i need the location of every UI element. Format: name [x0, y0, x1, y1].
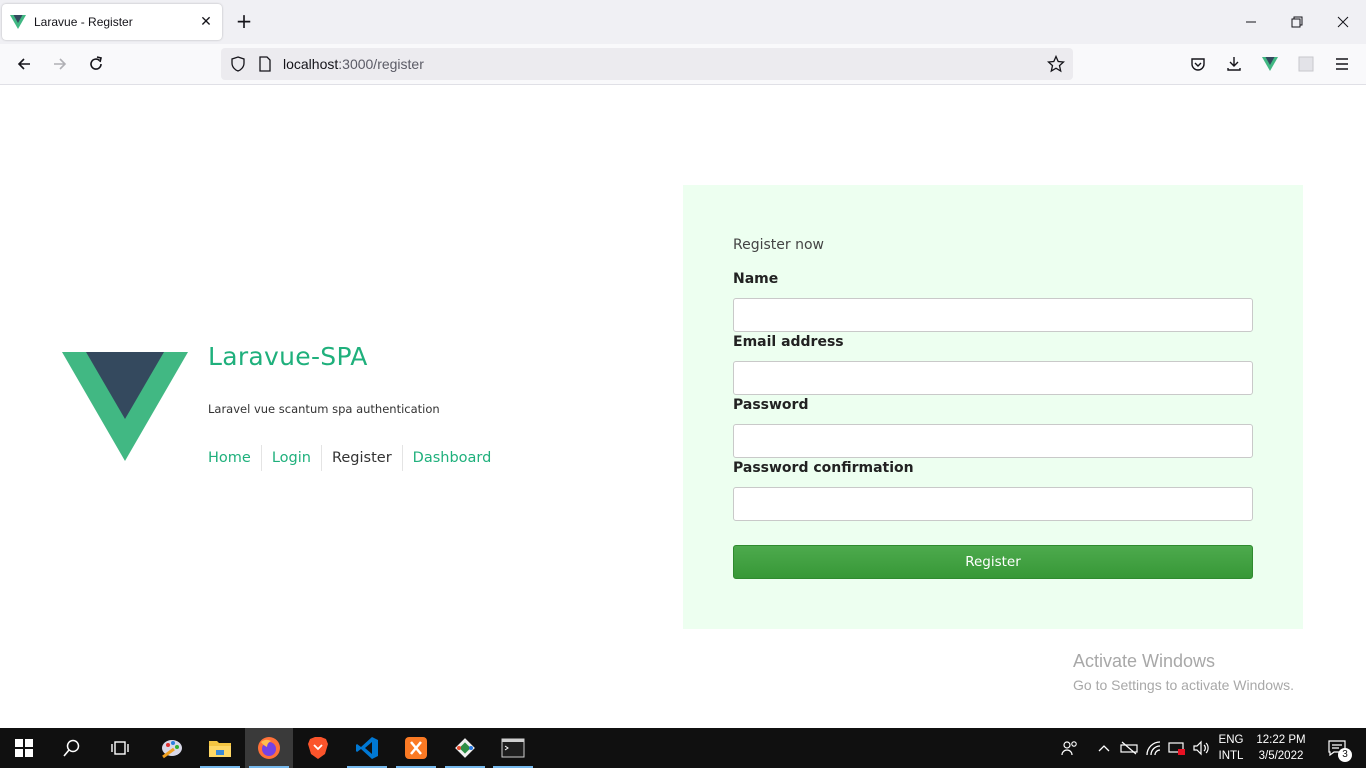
lang-bottom: INTL [1218, 750, 1244, 762]
url-text[interactable]: localhost:3000/register [283, 56, 424, 72]
site-title: Laravue-SPA [208, 342, 368, 371]
activate-windows-title: Activate Windows [1073, 651, 1216, 671]
register-button[interactable]: Register [733, 545, 1253, 579]
notification-count: 3 [1338, 748, 1352, 762]
reload-icon[interactable] [84, 52, 108, 76]
xampp-icon[interactable] [392, 728, 440, 768]
people-icon[interactable] [1058, 728, 1082, 768]
restore-icon[interactable] [1274, 0, 1320, 44]
navigation-toolbar: localhost:3000/register [0, 44, 1366, 85]
firefox-icon[interactable] [245, 728, 293, 768]
back-icon[interactable] [12, 52, 36, 76]
vue-devtools-icon[interactable] [1258, 52, 1282, 76]
email-input[interactable] [733, 361, 1253, 395]
notifications-icon[interactable]: 3 [1320, 728, 1354, 768]
vue-favicon-icon [10, 15, 26, 29]
site-subtitle: Laravel vue scantum spa authentication [208, 402, 440, 416]
password-confirmation-input[interactable] [733, 487, 1253, 521]
address-bar[interactable]: localhost:3000/register [221, 48, 1073, 80]
extension-icon[interactable] [1294, 52, 1318, 76]
lang-top: ENG [1218, 734, 1244, 746]
task-view-icon[interactable] [96, 728, 144, 768]
close-window-icon[interactable] [1320, 0, 1366, 44]
minimize-icon[interactable] [1228, 0, 1274, 44]
activate-windows-subtitle: Go to Settings to activate Windows. [1073, 677, 1294, 693]
start-icon[interactable] [0, 728, 48, 768]
search-icon[interactable] [48, 728, 96, 768]
menu-icon[interactable] [1330, 52, 1354, 76]
password-input[interactable] [733, 424, 1253, 458]
brave-icon[interactable] [294, 728, 342, 768]
url-path: :3000/register [338, 56, 424, 72]
language-indicator[interactable]: ENG INTL [1214, 728, 1248, 768]
email-label: Email address [733, 334, 844, 350]
clock-date: 3/5/2022 [1258, 750, 1304, 762]
windows-taskbar: ENG INTL 12:22 PM 3/5/2022 3 [0, 728, 1366, 768]
new-tab-icon[interactable]: + [234, 11, 254, 32]
nav-link-dashboard[interactable]: Dashboard [401, 445, 502, 471]
register-panel: Register now Name Email address Password… [683, 185, 1303, 629]
nav-link-home[interactable]: Home [208, 445, 261, 471]
file-explorer-icon[interactable] [196, 728, 244, 768]
browser-tab[interactable]: Laravue - Register ✕ [2, 4, 222, 40]
site-nav: Home Login Register Dashboard [208, 445, 501, 471]
tab-title: Laravue - Register [34, 15, 133, 29]
vue-logo-icon [62, 352, 188, 461]
chevron-up-icon[interactable] [1094, 728, 1114, 768]
nav-link-register[interactable]: Register [320, 445, 402, 471]
vscode-icon[interactable] [343, 728, 391, 768]
nav-link-login[interactable]: Login [260, 445, 321, 471]
clock[interactable]: 12:22 PM 3/5/2022 [1252, 728, 1310, 768]
name-input[interactable] [733, 298, 1253, 332]
url-host: localhost [283, 56, 339, 72]
disconnected-drive-icon[interactable] [1118, 728, 1140, 768]
battery-icon[interactable] [1166, 728, 1188, 768]
password-label: Password [733, 397, 809, 413]
bookmark-star-icon[interactable] [1047, 55, 1065, 73]
close-tab-icon[interactable]: ✕ [198, 14, 214, 30]
git-icon[interactable] [441, 728, 489, 768]
paint-icon[interactable] [148, 728, 196, 768]
clock-time: 12:22 PM [1256, 734, 1306, 746]
volume-icon[interactable] [1190, 728, 1212, 768]
name-label: Name [733, 271, 779, 287]
shield-icon[interactable] [230, 56, 246, 72]
tab-bar: Laravue - Register ✕ + [0, 0, 1366, 44]
downloads-icon[interactable] [1222, 52, 1246, 76]
form-heading: Register now [733, 237, 824, 253]
forward-icon[interactable] [48, 52, 72, 76]
password-confirmation-label: Password confirmation [733, 460, 914, 476]
page-icon[interactable] [258, 56, 272, 72]
pocket-icon[interactable] [1186, 52, 1210, 76]
terminal-icon[interactable] [489, 728, 537, 768]
network-icon[interactable] [1143, 728, 1165, 768]
